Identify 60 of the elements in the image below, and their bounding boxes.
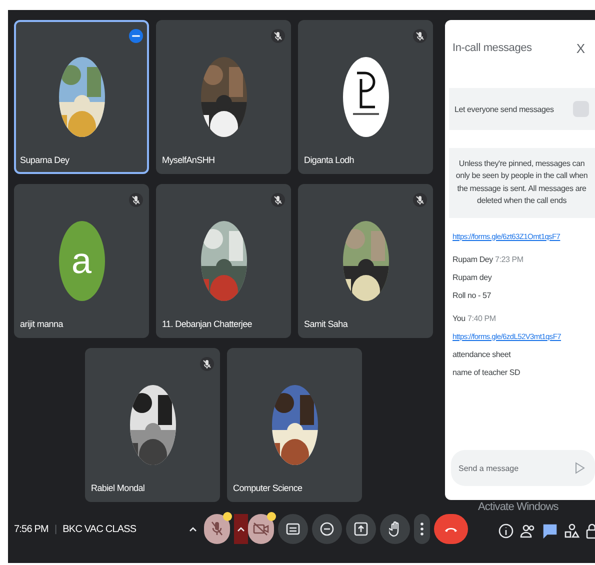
end-call-button[interactable] <box>434 514 468 544</box>
caret-icon <box>237 526 245 532</box>
caret-icon <box>189 526 197 532</box>
participant-name: Diganta Lodh <box>304 155 354 165</box>
message-time: 7:23 PM <box>495 254 524 264</box>
options-button[interactable] <box>234 514 248 544</box>
chat-icon[interactable] <box>542 523 558 539</box>
shapes-icon[interactable] <box>564 523 580 539</box>
participant-name: Rabiel Mondal <box>91 483 145 493</box>
participant-name: Computer Science <box>233 483 302 493</box>
activation-notice: Activate Windows <box>478 501 558 513</box>
hand-icon <box>389 521 401 537</box>
message-time: 7:40 PM <box>467 314 496 323</box>
info-icon[interactable] <box>498 523 514 539</box>
message-text: Roll no - 57 <box>452 290 492 300</box>
mic-off-icon <box>413 29 427 43</box>
participant-name: Samit Saha <box>304 319 348 329</box>
speaking-icon <box>129 29 143 43</box>
people-icon[interactable] <box>520 523 536 539</box>
mic-off-icon <box>271 193 285 207</box>
separator: | <box>54 524 57 534</box>
warning-badge-icon <box>267 512 276 521</box>
info-notice: Unless they're pinned, messages can only be seen by people in the call when the message is sent. All messages are deleted when the call ends <box>448 148 595 218</box>
panel-title: In-call messages <box>452 42 532 54</box>
camera-off-icon <box>253 522 269 536</box>
camera-button[interactable] <box>248 514 274 544</box>
sender-name: Rupam Dey <box>452 254 493 264</box>
message-text: attendance sheet <box>452 350 511 359</box>
clock-time: 7:56 PM <box>14 524 48 534</box>
warning-badge-icon <box>223 512 232 521</box>
participant-name: Suparna Dey <box>20 155 70 165</box>
more-button[interactable] <box>414 514 430 544</box>
avatar-letter: a <box>58 221 104 301</box>
sender-name: You <box>452 314 466 323</box>
present-button[interactable] <box>346 514 376 544</box>
meeting-name: BKC VAC CLASS <box>62 524 136 534</box>
mic-off-icon <box>271 29 285 43</box>
message-input[interactable]: Send a message <box>450 450 595 486</box>
mic-off-icon <box>413 193 427 207</box>
mic-off-icon <box>200 357 214 371</box>
participant-name: 11. Debanjan Chatterjee <box>162 319 252 329</box>
reactions-button[interactable] <box>312 514 342 544</box>
mic-off-icon <box>129 193 143 207</box>
captions-icon <box>286 523 300 535</box>
more-icon <box>420 522 424 536</box>
logo-icon <box>342 57 388 137</box>
microphone-button[interactable] <box>204 514 230 544</box>
setting-label: Let everyone send messages <box>454 104 554 114</box>
present-icon <box>354 522 368 536</box>
close-button[interactable]: X <box>576 40 585 56</box>
captions-button[interactable] <box>278 514 308 544</box>
raise-hand-button[interactable] <box>380 514 410 544</box>
message-text: Rupam dey <box>452 272 492 282</box>
message-text: name of teacher SD <box>452 368 520 377</box>
mic-off-icon <box>211 521 223 537</box>
participant-name: arijit manna <box>20 319 63 329</box>
hang-up-icon <box>444 525 458 533</box>
lock-icon[interactable] <box>586 523 595 539</box>
participant-name: MyselfAnSHH <box>162 155 215 165</box>
emoji-icon <box>320 522 334 536</box>
